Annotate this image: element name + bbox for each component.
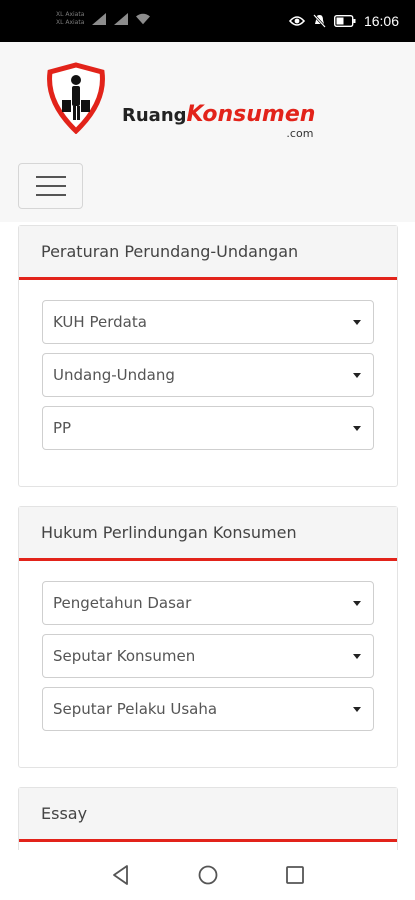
carrier-line-1: XL Axiata: [56, 11, 85, 18]
dropdown-seputar-konsumen[interactable]: Seputar Konsumen: [42, 634, 374, 678]
section-title: Peraturan Perundang-Undangan: [19, 226, 397, 280]
dropdown-label: Seputar Konsumen: [53, 647, 196, 665]
home-icon[interactable]: [197, 864, 219, 886]
wifi-icon: [136, 13, 151, 25]
status-bar: XL Axiata XL Axiata 16:06: [0, 0, 415, 42]
hamburger-icon: [35, 176, 66, 178]
brand-name: RuangKonsumen .com: [122, 102, 316, 140]
status-right: 16:06: [288, 13, 399, 29]
carrier-line-2: XL Axiata: [56, 19, 85, 26]
logo-shield-icon: [47, 62, 105, 134]
section-title: Essay: [19, 788, 397, 842]
back-icon[interactable]: [111, 864, 131, 886]
dropdown-label: Seputar Pelaku Usaha: [53, 700, 218, 718]
caret-down-icon: [353, 600, 361, 606]
section-body: KUH Perdata Undang-Undang PP: [19, 280, 397, 470]
hamburger-icon: [35, 194, 66, 196]
site-logo[interactable]: RuangKonsumen .com: [40, 62, 315, 140]
mute-icon: [313, 14, 326, 28]
brand-ruang: Ruang: [122, 105, 187, 126]
signal-icon: [92, 13, 107, 25]
dropdown-undang-undang[interactable]: Undang-Undang: [42, 353, 374, 397]
dropdown-kuh-perdata[interactable]: KUH Perdata: [42, 300, 374, 344]
status-left: XL Axiata XL Axiata: [56, 11, 151, 27]
section-peraturan: Peraturan Perundang-Undangan KUH Perdata…: [18, 225, 398, 487]
dropdown-pp[interactable]: PP: [42, 406, 374, 450]
recents-icon[interactable]: [285, 865, 305, 885]
site-header: RuangKonsumen .com: [0, 42, 415, 222]
caret-down-icon: [353, 425, 361, 431]
dropdown-label: Undang-Undang: [53, 366, 175, 384]
signal-icon: [114, 13, 129, 25]
carrier-info: XL Axiata XL Axiata: [56, 11, 84, 27]
clock: 16:06: [363, 13, 399, 29]
section-body: Pengetahun Dasar Seputar Konsumen Seputa…: [19, 561, 397, 751]
brand-konsumen: Konsumen: [186, 102, 316, 127]
dropdown-label: PP: [53, 419, 72, 437]
dropdown-seputar-pelaku-usaha[interactable]: Seputar Pelaku Usaha: [42, 687, 374, 731]
system-nav-bar: [0, 850, 415, 900]
battery-icon: [333, 15, 356, 27]
section-hukum-perlindungan: Hukum Perlindungan Konsumen Pengetahun D…: [18, 506, 398, 768]
dropdown-pengetahuan-dasar[interactable]: Pengetahun Dasar: [42, 581, 374, 625]
hamburger-icon: [35, 185, 66, 187]
caret-down-icon: [353, 653, 361, 659]
section-essay: Essay: [18, 787, 398, 857]
dropdown-label: KUH Perdata: [53, 313, 147, 331]
eye-icon: [288, 16, 305, 26]
dropdown-label: Pengetahun Dasar: [53, 594, 192, 612]
caret-down-icon: [353, 372, 361, 378]
caret-down-icon: [353, 319, 361, 325]
menu-toggle-button[interactable]: [18, 163, 83, 209]
caret-down-icon: [353, 706, 361, 712]
section-title: Hukum Perlindungan Konsumen: [19, 507, 397, 561]
brand-suffix: .com: [286, 127, 314, 140]
